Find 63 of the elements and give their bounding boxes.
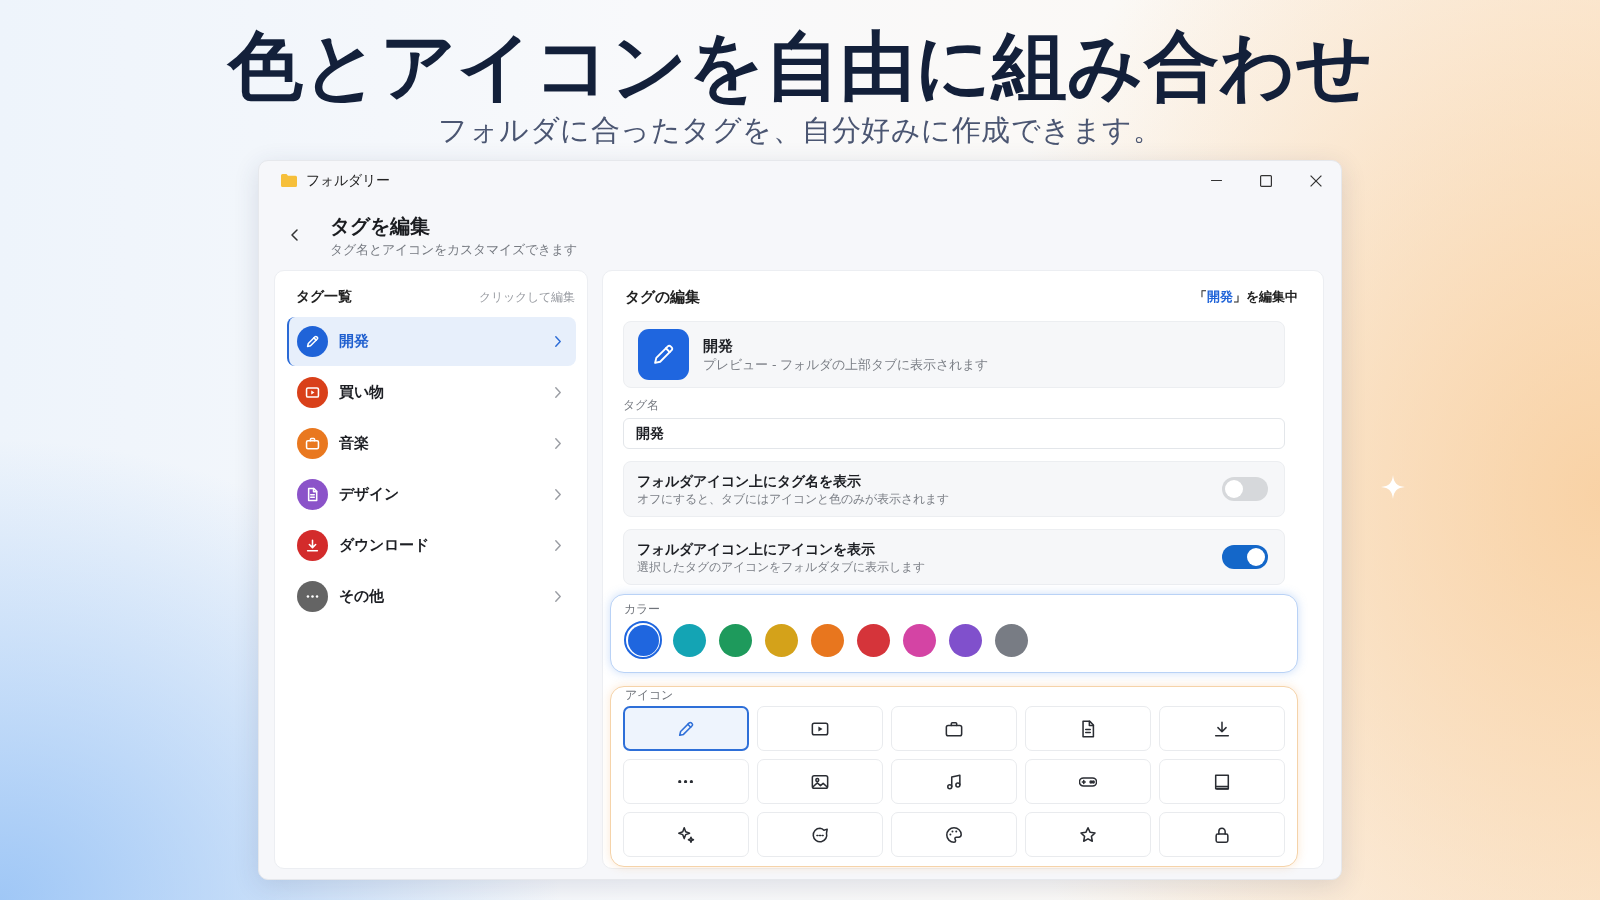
color-swatch[interactable]: [856, 623, 890, 657]
page-subtitle: タグ名とアイコンをカスタマイズできます: [330, 241, 577, 259]
editing-status: 「開発」を編集中: [1194, 288, 1298, 306]
tag-list-item[interactable]: 開発: [287, 317, 576, 366]
image-icon: [810, 772, 829, 791]
option-description: 選択したタグのアイコンをフォルダタブに表示します: [637, 559, 925, 575]
chevron-left-icon: [290, 229, 298, 241]
star-icon: [1079, 825, 1098, 844]
chevron-right-icon: [555, 591, 561, 602]
color-swatch[interactable]: [764, 623, 798, 657]
tag-list-item[interactable]: デザイン: [287, 470, 576, 519]
section-label: カラー: [624, 602, 661, 616]
window-title: フォルダリー: [306, 171, 390, 190]
book-icon: [1213, 772, 1232, 791]
minimize-icon: [1210, 179, 1222, 182]
panel-hint: クリックして編集: [479, 289, 575, 305]
close-icon: [1310, 174, 1322, 187]
maximize-icon: [1260, 174, 1272, 187]
option-title: フォルダアイコン上にアイコンを表示: [637, 540, 876, 559]
toggle-switch[interactable]: [1222, 545, 1268, 569]
color-swatch[interactable]: [994, 623, 1028, 657]
pencil-icon: [676, 719, 695, 738]
option-description: オフにすると、タブにはアイコンと色のみが表示されます: [637, 491, 949, 507]
tag-list-item[interactable]: 音楽: [287, 419, 576, 468]
chevron-right-icon: [555, 336, 561, 347]
color-swatch[interactable]: [810, 623, 844, 657]
toggle-switch[interactable]: [1222, 477, 1268, 501]
tag-list-item[interactable]: 買い物: [287, 368, 576, 417]
download-icon: [1213, 719, 1232, 738]
color-swatch[interactable]: [718, 623, 752, 657]
panel-title: タグ一覧: [296, 288, 352, 306]
preview-name: 開発: [703, 335, 734, 356]
field-label: タグ名: [623, 398, 660, 412]
preview-caption: プレビュー - フォルダの上部タブに表示されます: [703, 355, 989, 374]
sparkle-icon: [1381, 475, 1405, 499]
panel-title: タグの編集: [625, 287, 700, 307]
color-swatch[interactable]: [624, 621, 662, 659]
tag-list-item[interactable]: その他: [287, 572, 576, 621]
briefcase-icon: [945, 719, 963, 738]
tag-name-field[interactable]: 開発: [623, 418, 1285, 449]
color-swatch[interactable]: [948, 623, 982, 657]
ellipsis-icon: [678, 779, 694, 784]
music-note-icon: [945, 772, 963, 791]
palette-icon: [945, 825, 963, 844]
icon-option[interactable]: [622, 706, 749, 751]
subheadline: フォルダに合ったタグを、自分好みに作成できます。: [438, 112, 1162, 149]
color-swatch[interactable]: [672, 623, 706, 657]
chevron-right-icon: [555, 540, 561, 551]
color-swatch[interactable]: [902, 623, 936, 657]
page-title: タグを編集: [330, 213, 431, 239]
headline: 色とアイコンを自由に組み合わせ: [227, 22, 1373, 110]
sparkles-icon: [676, 825, 695, 844]
option-title: フォルダアイコン上にタグ名を表示: [637, 472, 862, 491]
section-label: アイコン: [623, 688, 674, 702]
chevron-right-icon: [555, 387, 561, 398]
chat-bubble-icon: [810, 825, 829, 844]
chevron-right-icon: [555, 438, 561, 449]
tag-list-item[interactable]: ダウンロード: [287, 521, 576, 570]
pencil-icon: [638, 329, 689, 380]
play-icon: [810, 719, 829, 738]
folder-icon: [281, 174, 297, 187]
chevron-right-icon: [555, 489, 561, 500]
lock-icon: [1213, 825, 1232, 844]
